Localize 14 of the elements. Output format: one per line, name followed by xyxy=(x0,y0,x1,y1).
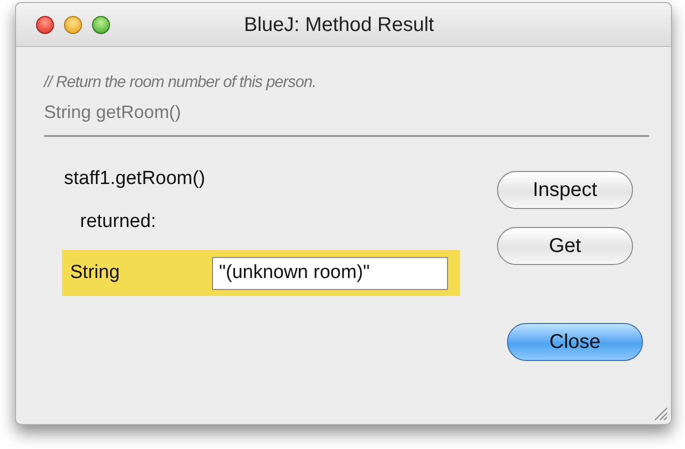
result-value-field[interactable]: "(unknown room)" xyxy=(212,256,448,290)
returned-label: returned: xyxy=(80,210,158,234)
close-window-button[interactable] xyxy=(36,16,54,34)
result-type: String xyxy=(70,260,121,285)
window-title: BlueJ: Method Result xyxy=(244,12,434,38)
dialog-button[interactable]: Close xyxy=(507,323,643,361)
zoom-window-button[interactable] xyxy=(92,16,110,34)
method-signature: String getRoom() xyxy=(44,101,182,123)
method-comment: // Return the room number of this person. xyxy=(44,73,318,93)
dialog-button[interactable]: Get xyxy=(497,227,633,265)
resize-grip-icon[interactable] xyxy=(652,405,668,421)
method-call: staff1.getRoom() xyxy=(64,167,206,191)
dialog-button[interactable]: Inspect xyxy=(497,171,633,209)
minimize-window-button[interactable] xyxy=(64,16,82,34)
